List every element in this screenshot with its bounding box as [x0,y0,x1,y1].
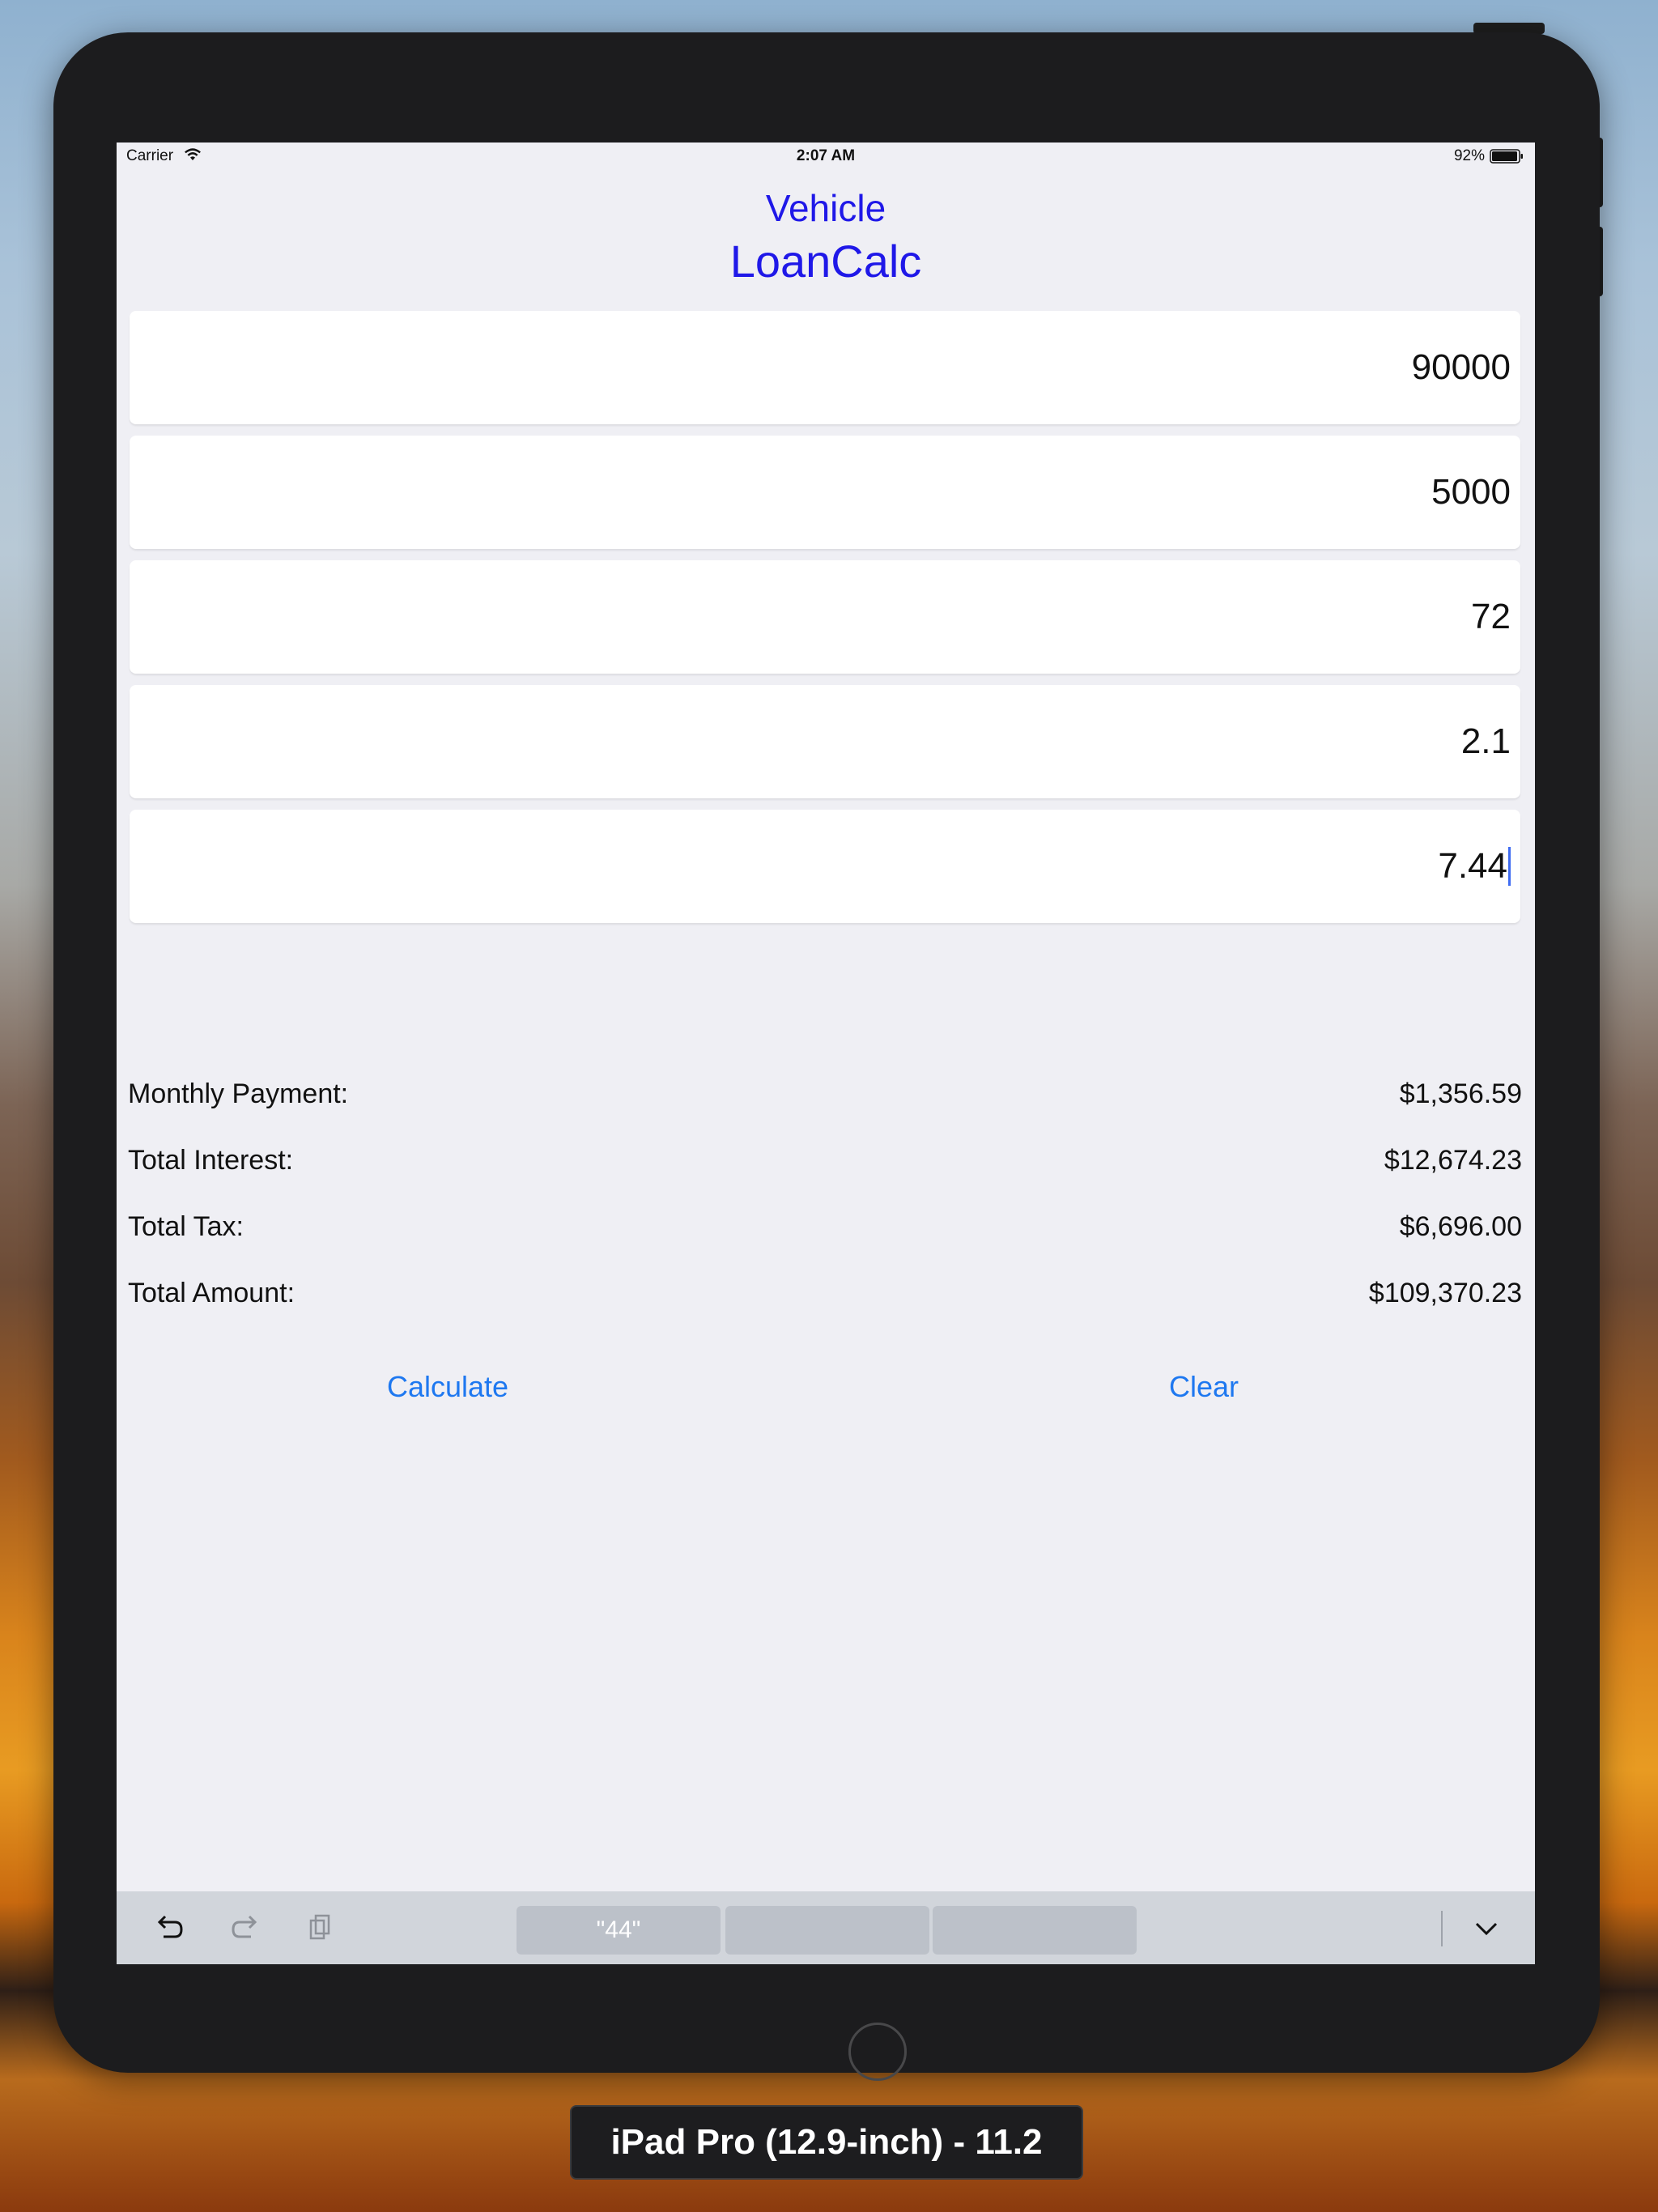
suggestion-1[interactable]: "44" [517,1906,721,1955]
field-value: 72 [1471,597,1511,636]
total-amount-label: Total Amount: [128,1278,295,1308]
battery-percent: 92% [1453,147,1485,164]
suggestion-2[interactable] [725,1906,929,1955]
app-screen: Carrier 2:07 AM 92% Vehicle LoanCalc 900… [117,143,1535,1964]
home-button[interactable] [848,2023,907,2081]
down-payment-field[interactable]: 5000 [130,436,1520,549]
battery-icon [1490,149,1523,164]
paste-icon[interactable] [301,1911,337,1945]
total-tax-label: Total Tax: [128,1211,244,1242]
chevron-down-icon[interactable] [1469,1911,1504,1945]
app-title-vehicle: Vehicle [765,187,886,229]
divider [1441,1911,1443,1946]
suggestion-3[interactable] [933,1906,1137,1955]
text-cursor [1508,847,1511,886]
loan-amount-field[interactable]: 90000 [130,311,1520,424]
calculate-button[interactable]: Calculate [387,1370,508,1404]
field-value: 2.1 [1460,721,1511,761]
status-bar: Carrier 2:07 AM 92% [117,143,1535,172]
term-months-field[interactable]: 72 [130,560,1520,674]
total-interest-label: Total Interest: [128,1145,294,1176]
field-value: 5000 [1431,472,1511,512]
clear-button[interactable]: Clear [1169,1370,1239,1404]
app-title-loancalc: LoanCalc [729,236,922,287]
interest-rate-field[interactable]: 2.1 [130,685,1520,798]
undo-icon[interactable] [152,1911,188,1945]
clock: 2:07 AM [796,147,856,164]
monthly-payment-label: Monthly Payment: [128,1078,349,1109]
keyboard-shortcut-bar: "44" [117,1891,1535,1964]
total-interest-value: $12,674.23 [1384,1145,1522,1176]
redo-icon[interactable] [227,1911,262,1945]
simulator-device-label: iPad Pro (12.9-inch) - 11.2 [570,2105,1083,2180]
field-value: 90000 [1411,347,1511,387]
total-tax-value: $6,696.00 [1399,1211,1522,1242]
field-value: 7.44 [1438,846,1507,886]
total-amount-value: $109,370.23 [1368,1278,1522,1308]
monthly-payment-value: $1,356.59 [1399,1078,1522,1109]
suggestion-text: "44" [596,1916,641,1943]
tax-rate-field[interactable]: 7.44 [130,810,1520,923]
